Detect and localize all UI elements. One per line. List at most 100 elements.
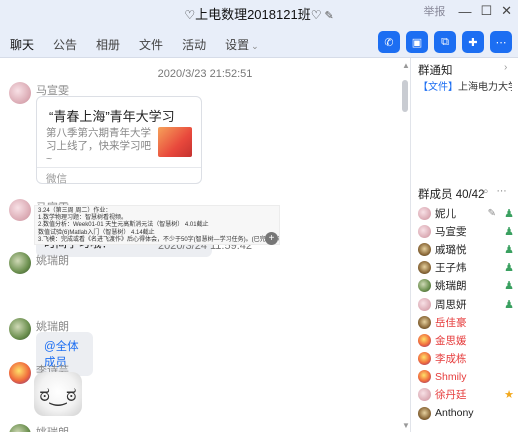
tab-files[interactable]: 文件 [139,36,163,60]
member-item[interactable]: 妮儿 ✎ ♟ [418,204,518,222]
chevron-down-icon: ⌄ [251,41,259,51]
tab-notice[interactable]: 公告 [53,36,77,60]
member-name: Anthony [435,407,474,420]
maximize-icon[interactable]: ☐ [480,3,492,19]
member-name: 马宣雯 [435,225,467,238]
owner-icon: ♟ [504,207,514,220]
avatar [418,206,431,220]
member-item[interactable]: 金思媛 [418,331,518,349]
share-card[interactable]: “青春上海”青年大学习 第八季第六期青年大学习上线了，快来学习吧~ 微信 [36,96,202,185]
avatar [418,315,431,329]
sticker-image[interactable]: ಠ‿ಠ [34,372,82,416]
group-notice-title[interactable]: 群通知 [418,62,453,78]
image-text-line: 3.飞模：完成或看《名进飞渡作》后心得体会，不少于50字(智慧树—学习任务)。(… [38,236,280,243]
screen-share-icon[interactable]: ⧉ [434,31,456,53]
avatar [418,261,431,275]
scroll-down-icon[interactable]: ▼ [402,421,410,430]
admin-icon: ♟ [504,280,514,293]
avatar[interactable] [9,252,31,274]
admin-icon: ♟ [504,298,514,311]
admin-icon: ♟ [504,243,514,256]
chat-scrollbar[interactable] [402,80,408,112]
member-item[interactable]: 马宣雯 ♟ [418,222,518,240]
admin-icon: ♟ [504,262,514,275]
tab-bar: 聊天 公告 相册 文件 活动 设置 ⌄ ✆ ▣ ⧉ ✚ ⋯ [0,26,518,60]
window-controls: 举报 — ☐ ✕ [423,3,512,19]
member-item[interactable]: 戚璐悦 ♟ [418,240,518,258]
card-title: “青春上海”青年大学习 [49,109,175,124]
video-icon[interactable]: ▣ [406,31,428,53]
member-name: Shmily [435,370,467,383]
notice-item-text: 上海电力大学... [458,82,512,93]
chat-bubble-add-icon[interactable]: ✚ [462,31,484,53]
avatar[interactable] [9,318,31,340]
tab-album[interactable]: 相册 [96,36,120,60]
member-item[interactable]: Shmily [418,368,518,386]
tab-chat[interactable]: 聊天 [10,36,35,60]
member-name: 姚瑞朗 [435,280,467,293]
minimize-icon[interactable]: — [458,4,471,19]
avatar [418,388,431,402]
tab-settings-label: 设置 [225,38,250,52]
phone-icon[interactable]: ✆ [378,31,400,53]
tab-activity[interactable]: 活动 [182,36,206,60]
member-name: 妮儿 [435,207,456,220]
more-icon[interactable]: ⋯ [497,186,507,197]
member-name: 岳佳豪 [435,316,467,329]
avatar [418,370,431,384]
search-icon[interactable]: ⌕ [483,186,489,197]
member-name: 戚璐悦 [435,243,467,256]
avatar [418,279,431,293]
notice-item[interactable]: 【文件】上海电力大学... [418,78,512,93]
member-list: 妮儿 ✎ ♟ 马宣雯 ♟ 戚璐悦 ♟ 王子炜 ♟ 姚瑞朗 ♟ 周思妍 ♟ 岳佳豪… [418,204,518,422]
member-item[interactable]: 岳佳豪 [418,313,518,331]
window-title: 上电数理2018121班 [195,7,311,22]
edit-title-icon[interactable]: ✎ [324,10,333,22]
avatar [418,224,431,238]
card-thumbnail [158,127,192,157]
image-text-line: 数值试验(6)Matlab入门（智慧树） 4.14截止 [38,229,155,236]
members-tools: ⌕ ⋯ [483,186,507,197]
zoom-icon[interactable]: + [265,232,278,245]
close-icon[interactable]: ✕ [501,3,512,19]
avatar[interactable] [9,199,31,221]
member-name: 周思妍 [435,298,467,311]
toolbar-icons: ✆ ▣ ⧉ ✚ ⋯ [378,31,512,53]
chevron-right-icon[interactable]: › [504,62,507,73]
notice-item-prefix: 【文件】 [418,82,458,93]
avatar [418,406,431,420]
edit-icon[interactable]: ✎ [488,208,496,219]
member-item[interactable]: 姚瑞朗 ♟ [418,277,518,295]
avatar [418,352,431,366]
tab-list: 聊天 公告 相册 文件 活动 设置 ⌄ [10,36,259,60]
heart-icon: ♡ [310,8,322,22]
avatar [418,333,431,347]
member-item[interactable]: 周思妍 ♟ [418,295,518,313]
member-name: 金思媛 [435,334,467,347]
member-item[interactable]: 李成栋 [418,350,518,368]
member-name: 李成栋 [435,353,467,366]
avatar[interactable] [9,82,31,104]
star-icon: ★ [504,389,514,402]
scroll-up-icon[interactable]: ▲ [402,61,410,70]
avatar [418,242,431,256]
heart-icon: ♡ [184,8,196,22]
admin-icon: ♟ [504,225,514,238]
member-name: 徐丹廷 [435,389,467,402]
member-item[interactable]: 王子炜 ♟ [418,259,518,277]
member-item[interactable]: 徐丹廷 ★ [418,386,518,404]
sender-name[interactable]: 姚瑞朗 [36,424,69,432]
report-link[interactable]: 举报 [423,3,445,19]
image-message[interactable]: 3.24（第三周 周二）作业： 1.数学物理习题：智慧树看视频。 2.数值分析：… [34,205,280,245]
tab-settings[interactable]: 设置 ⌄ [225,36,259,60]
panel-divider [410,58,411,432]
more-icon[interactable]: ⋯ [490,31,512,53]
members-title: 群成员 40/42 [418,189,485,201]
card-source: 微信 [37,167,201,189]
sender-name[interactable]: 姚瑞朗 [36,252,69,268]
timestamp: 2020/3/23 21:52:51 [157,68,253,80]
member-name: 王子炜 [435,262,467,275]
card-description: 第八季第六期青年大学习上线了，快来学习吧~ [46,127,151,165]
member-item[interactable]: Anthony [418,404,518,422]
avatar[interactable] [9,362,31,384]
